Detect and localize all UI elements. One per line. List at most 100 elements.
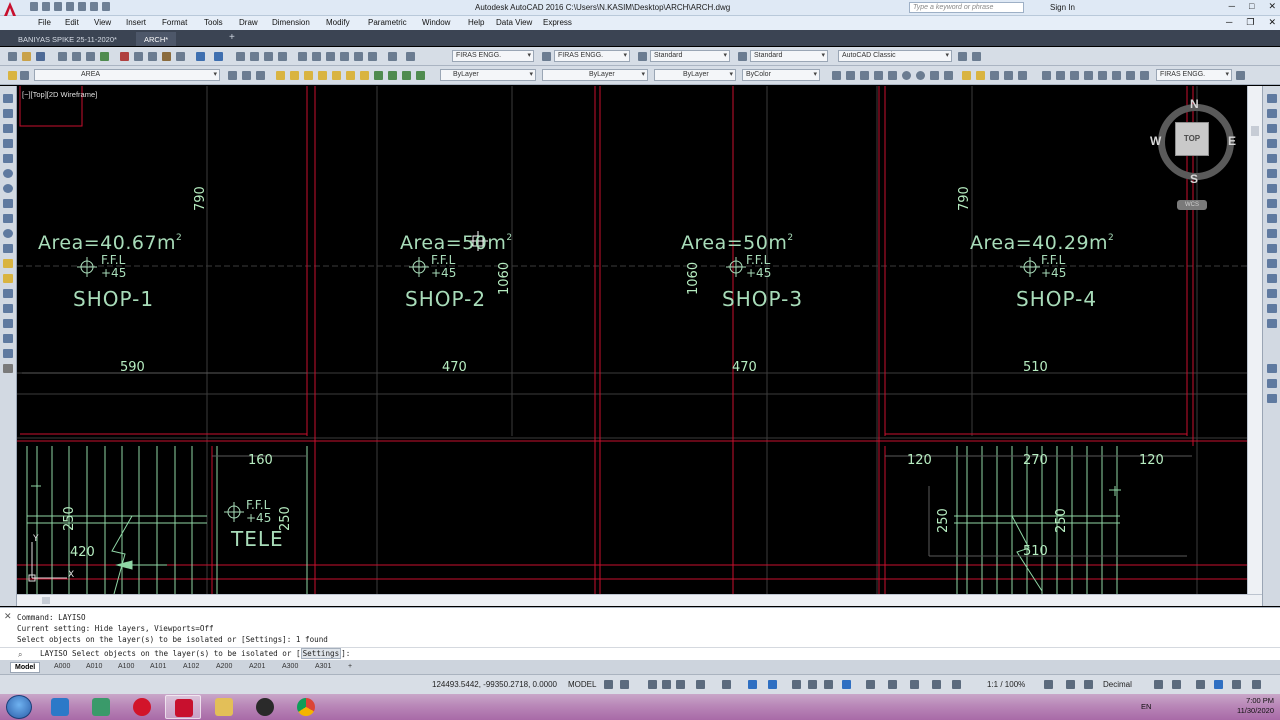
menu-modify[interactable]: Modify bbox=[326, 18, 350, 27]
zoom-previous-icon[interactable] bbox=[278, 52, 287, 61]
draw-circle-icon[interactable] bbox=[902, 71, 911, 80]
insert-block-icon[interactable] bbox=[962, 71, 971, 80]
taskbar-chrome[interactable] bbox=[288, 695, 324, 719]
dim-250-stair-right-b[interactable]: 250 bbox=[1054, 508, 1069, 533]
command-close-icon[interactable]: ✕ bbox=[4, 611, 12, 622]
palette-ellipse-icon[interactable] bbox=[3, 229, 13, 238]
palette-table-icon[interactable] bbox=[3, 349, 13, 358]
toolbar-lock-icon[interactable] bbox=[972, 52, 981, 61]
text-style-icon[interactable] bbox=[406, 52, 415, 61]
palette-move-icon[interactable] bbox=[1267, 169, 1277, 178]
menu-tools[interactable]: Tools bbox=[204, 18, 223, 27]
text-style-select[interactable]: FIRAS ENGG. bbox=[452, 50, 534, 62]
open-file-icon[interactable] bbox=[22, 52, 31, 61]
dim-style-icon[interactable] bbox=[542, 52, 551, 61]
shop2-area-label[interactable]: Area=50m2 bbox=[400, 234, 513, 253]
cut-icon[interactable] bbox=[120, 52, 129, 61]
menu-help[interactable]: Help bbox=[468, 18, 484, 27]
plotstyle-select[interactable]: ByColor bbox=[742, 69, 820, 81]
make-current-icon[interactable] bbox=[228, 71, 237, 80]
palette-ellipse-arc-icon[interactable] bbox=[3, 244, 13, 253]
open-icon[interactable] bbox=[42, 2, 50, 11]
gizmo-icon[interactable] bbox=[910, 680, 919, 689]
dim-790-left[interactable]: 790 bbox=[193, 186, 208, 211]
layer-off-icon[interactable] bbox=[304, 71, 313, 80]
layer-delete-icon[interactable] bbox=[402, 71, 411, 80]
menu-data-view[interactable]: Data View bbox=[496, 18, 532, 27]
annoupdate-icon[interactable] bbox=[1236, 71, 1245, 80]
shop1-name[interactable]: SHOP-1 bbox=[73, 289, 154, 309]
viewcube-top-face[interactable]: TOP bbox=[1175, 122, 1209, 156]
dim-120-right[interactable]: 120 bbox=[1139, 454, 1164, 467]
palette-scale-icon[interactable] bbox=[1267, 199, 1277, 208]
dim-250-stair-right-a[interactable]: 250 bbox=[936, 508, 951, 533]
drawing-area[interactable]: [−][Top][2D Wireframe] TOP N S E W WCS A… bbox=[17, 86, 1247, 594]
system-clock[interactable]: 7:00 PM 11/30/2020 bbox=[1237, 696, 1274, 716]
palette-polyline-icon[interactable] bbox=[3, 124, 13, 133]
layout-tab[interactable]: A102 bbox=[179, 662, 203, 673]
taskbar-app-green[interactable] bbox=[83, 695, 119, 719]
plot-preview-icon[interactable] bbox=[72, 52, 81, 61]
palette-point-icon[interactable] bbox=[3, 289, 13, 298]
palette-dim-linear-icon[interactable] bbox=[1267, 364, 1277, 373]
horizontal-scroll-thumb[interactable] bbox=[42, 597, 50, 604]
palette-polygon-icon[interactable] bbox=[3, 139, 13, 148]
block-editor-icon[interactable] bbox=[176, 52, 185, 61]
taskbar-explorer[interactable] bbox=[206, 695, 242, 719]
undo-icon[interactable] bbox=[90, 2, 98, 11]
layer-select[interactable]: AREA bbox=[34, 69, 220, 81]
search-input[interactable]: Type a keyword or phrase bbox=[909, 2, 1024, 13]
pan-icon[interactable] bbox=[236, 52, 245, 61]
dynamic-input-icon[interactable] bbox=[662, 680, 671, 689]
selection-cycling-icon[interactable] bbox=[824, 680, 833, 689]
annotation-scale-select[interactable]: FIRAS ENGG. bbox=[1156, 69, 1232, 81]
vertical-scrollbar[interactable] bbox=[1247, 86, 1262, 594]
shop2-name[interactable]: SHOP-2 bbox=[405, 289, 486, 309]
dim-790-right[interactable]: 790 bbox=[957, 186, 972, 211]
dim-420[interactable]: 420 bbox=[70, 546, 95, 559]
layout-tab[interactable]: A200 bbox=[212, 662, 236, 673]
draw-polyline-icon[interactable] bbox=[860, 71, 869, 80]
palette-revcloud-icon[interactable] bbox=[3, 199, 13, 208]
mleader-style-icon[interactable] bbox=[738, 52, 747, 61]
layer-merge-icon[interactable] bbox=[388, 71, 397, 80]
taskbar-autocad[interactable] bbox=[165, 695, 201, 719]
shop1-ffl[interactable]: F.F.L +45 bbox=[101, 254, 126, 280]
command-option-settings[interactable]: Settings bbox=[300, 648, 342, 659]
plot-button-icon[interactable] bbox=[58, 52, 67, 61]
palette-fillet-icon[interactable] bbox=[1267, 304, 1277, 313]
doc-minimize-icon[interactable]: ─ bbox=[1226, 17, 1232, 28]
tele-room-name[interactable]: TELE bbox=[231, 529, 284, 549]
menu-draw[interactable]: Draw bbox=[239, 18, 258, 27]
horizontal-scrollbar[interactable] bbox=[17, 594, 1262, 606]
infer-constraints-icon[interactable] bbox=[648, 680, 657, 689]
design-center-icon[interactable] bbox=[312, 52, 321, 61]
palette-trim-icon[interactable] bbox=[1267, 229, 1277, 238]
customization-icon[interactable] bbox=[1252, 680, 1261, 689]
menu-parametric[interactable]: Parametric bbox=[368, 18, 407, 27]
hardware-acceleration-icon[interactable] bbox=[1214, 680, 1223, 689]
sheet-set-icon[interactable] bbox=[340, 52, 349, 61]
taskbar-opera[interactable] bbox=[124, 695, 160, 719]
shop4-area-label[interactable]: Area=40.29m2 bbox=[970, 234, 1114, 253]
compass-west[interactable]: W bbox=[1150, 134, 1161, 148]
palette-arc-icon[interactable] bbox=[3, 169, 13, 178]
polar-tracking-icon[interactable] bbox=[696, 680, 705, 689]
shop3-ffl[interactable]: F.F.L +45 bbox=[746, 254, 771, 280]
layout-tab[interactable]: A100 bbox=[114, 662, 138, 673]
compass-south[interactable]: S bbox=[1190, 172, 1198, 186]
dim-160[interactable]: 160 bbox=[248, 454, 273, 467]
dim-510-stair[interactable]: 510 bbox=[1023, 545, 1048, 558]
palette-stretch-icon[interactable] bbox=[1267, 214, 1277, 223]
layer-state-icon[interactable] bbox=[20, 71, 29, 80]
palette-offset-icon[interactable] bbox=[1267, 139, 1277, 148]
taskbar-ie[interactable] bbox=[42, 695, 78, 719]
draw-line-icon[interactable] bbox=[832, 71, 841, 80]
palette-dim-radius-icon[interactable] bbox=[1267, 394, 1277, 403]
layout-tab[interactable]: A000 bbox=[50, 662, 74, 673]
undo-toolbar-icon[interactable] bbox=[196, 52, 205, 61]
units-icon[interactable] bbox=[1084, 680, 1093, 689]
autocad-logo-icon[interactable] bbox=[2, 1, 18, 17]
hatch-icon[interactable] bbox=[1004, 71, 1013, 80]
sign-in-button[interactable]: Sign In bbox=[1050, 3, 1075, 12]
